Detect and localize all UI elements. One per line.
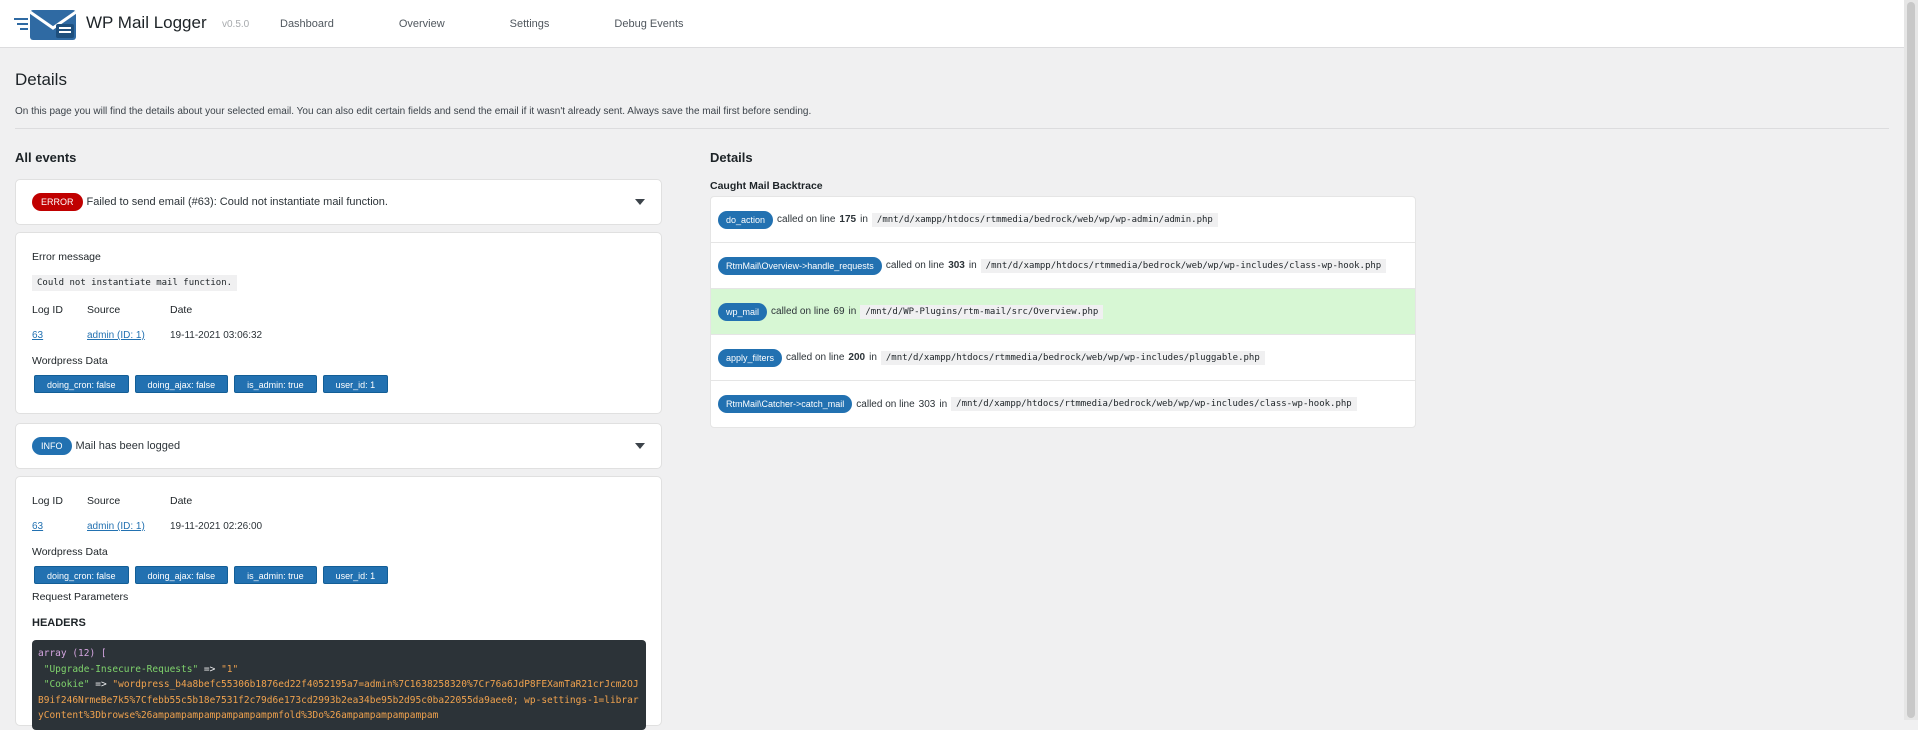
- backtrace-row: RtmMail\Catcher->catch_mail called on li…: [711, 381, 1415, 427]
- nav-overview[interactable]: Overview: [399, 0, 445, 48]
- chip-user-id: user_id: 1: [322, 375, 389, 393]
- date-label: Date: [170, 304, 193, 316]
- top-bar: WP Mail Logger v0.5.0 Dashboard Overview…: [0, 0, 1904, 48]
- error-event-header[interactable]: ERROR Failed to send email (#63): Could …: [15, 179, 662, 225]
- date-label: Date: [170, 495, 193, 507]
- called-on-text: called on line: [885, 260, 945, 271]
- info-event-header[interactable]: INFO Mail has been logged: [15, 423, 662, 469]
- backtrace-row: apply_filters called on line 200 in /mnt…: [711, 335, 1415, 381]
- called-on-text: called on line: [777, 214, 836, 225]
- code-key: "Cookie": [43, 679, 90, 690]
- request-parameters-label: Request Parameters: [32, 591, 129, 603]
- function-pill: RtmMail\Catcher->catch_mail: [718, 395, 853, 413]
- info-event-text: Mail has been logged: [75, 440, 181, 452]
- code-arrow: =>: [89, 679, 113, 690]
- in-text: in: [848, 306, 857, 317]
- headers-label: HEADERS: [32, 617, 86, 629]
- info-event-body: Log ID Source Date 63 admin (ID: 1) 19-1…: [15, 476, 662, 730]
- function-pill: apply_filters: [718, 348, 783, 367]
- source-link[interactable]: admin (ID: 1): [87, 330, 145, 341]
- line-number: 303: [948, 260, 965, 271]
- source-link[interactable]: admin (ID: 1): [87, 521, 145, 532]
- wordpress-data-label: Wordpress Data: [32, 546, 108, 558]
- function-pill: wp_mail: [718, 302, 768, 321]
- in-text: in: [939, 398, 948, 410]
- in-text: in: [860, 214, 868, 225]
- backtrace-row: do_action called on line 175 in /mnt/d/x…: [711, 197, 1415, 243]
- error-message-label: Error message: [32, 251, 101, 263]
- code-line: "Cookie" => "wordpress_b4a8befc55306b187…: [38, 677, 640, 724]
- app-version: v0.5.0: [222, 19, 250, 30]
- source-label: Source: [87, 304, 121, 316]
- source-label: Source: [87, 495, 121, 507]
- date-value: 19-11-2021 03:06:32: [170, 330, 263, 341]
- log-id-label: Log ID: [32, 304, 63, 316]
- line-number: 303: [918, 398, 936, 410]
- log-id-label: Log ID: [32, 495, 63, 507]
- page-intro: On this page you will find the details a…: [15, 106, 812, 117]
- page-title: Details: [15, 70, 67, 89]
- file-path: /mnt/d/xampp/htdocs/rtmmedia/bedrock/web…: [980, 258, 1387, 273]
- code-line: array (12) [: [38, 646, 640, 662]
- error-event-text: Failed to send email (#63): Could not in…: [86, 196, 388, 208]
- mail-envelope-icon: [14, 10, 77, 40]
- in-text: in: [968, 260, 977, 271]
- main-nav: Dashboard Overview Settings Debug Events: [280, 0, 684, 48]
- backtrace-title: Caught Mail Backtrace: [710, 180, 823, 192]
- error-message-value: Could not instantiate mail function.: [32, 275, 238, 291]
- wordpress-data-chips: doing_cron: false doing_ajax: false is_a…: [34, 566, 394, 584]
- wordpress-data-label: Wordpress Data: [32, 355, 108, 367]
- called-on-text: called on line: [786, 352, 845, 363]
- log-id-link[interactable]: 63: [32, 330, 43, 341]
- code-array-open: array (12) [: [38, 648, 107, 659]
- in-text: in: [869, 352, 877, 363]
- details-title: Details: [710, 150, 753, 165]
- chip-doing-cron: doing_cron: false: [34, 566, 129, 584]
- code-value: "1": [221, 663, 239, 675]
- chevron-down-icon[interactable]: [635, 443, 645, 449]
- code-value: "wordpress_b4a8befc55306b1876ed22f405219…: [38, 679, 639, 721]
- error-event-body: Error message Could not instantiate mail…: [15, 232, 662, 414]
- file-path: /mnt/d/xampp/htdocs/rtmmedia/bedrock/web…: [880, 350, 1265, 365]
- chip-is-admin: is_admin: true: [234, 375, 317, 393]
- code-arrow: =>: [198, 663, 222, 675]
- error-badge: ERROR: [32, 193, 83, 211]
- nav-dashboard[interactable]: Dashboard: [280, 0, 334, 48]
- chip-doing-cron: doing_cron: false: [34, 375, 129, 393]
- line-number: 200: [848, 352, 866, 363]
- log-id-link[interactable]: 63: [32, 521, 43, 532]
- file-path: /mnt/d/xampp/htdocs/rtmmedia/bedrock/web…: [871, 212, 1218, 227]
- scrollbar-thumb[interactable]: [1907, 2, 1915, 718]
- line-number: 69: [833, 306, 845, 317]
- chip-doing-ajax: doing_ajax: false: [134, 566, 229, 584]
- date-value: 19-11-2021 02:26:00: [170, 521, 263, 532]
- chip-doing-ajax: doing_ajax: false: [134, 375, 229, 393]
- backtrace-row-highlighted: wp_mail called on line 69 in /mnt/d/WP-P…: [711, 289, 1415, 335]
- chevron-down-icon[interactable]: [635, 199, 645, 205]
- chip-user-id: user_id: 1: [322, 566, 389, 584]
- nav-debug-events[interactable]: Debug Events: [614, 0, 683, 48]
- info-badge: INFO: [32, 437, 72, 455]
- called-on-text: called on line: [771, 306, 830, 317]
- wordpress-data-chips: doing_cron: false doing_ajax: false is_a…: [34, 375, 394, 393]
- all-events-title: All events: [15, 150, 77, 165]
- app-title: WP Mail Logger: [86, 13, 207, 32]
- nav-settings[interactable]: Settings: [510, 0, 550, 48]
- backtrace-row: RtmMail\Overview->handle_requests called…: [711, 243, 1415, 289]
- function-pill: do_action: [718, 210, 774, 229]
- divider: [15, 128, 1889, 129]
- page-scrollbar[interactable]: [1904, 0, 1918, 720]
- line-number: 175: [839, 214, 857, 225]
- chip-is-admin: is_admin: true: [234, 566, 317, 584]
- headers-code-block: array (12) [ "Upgrade-Insecure-Requests"…: [32, 640, 646, 730]
- called-on-text: called on line: [856, 398, 915, 410]
- function-pill: RtmMail\Overview->handle_requests: [718, 256, 882, 275]
- file-path: /mnt/d/xampp/htdocs/rtmmedia/bedrock/web…: [951, 397, 1357, 411]
- logo[interactable]: [14, 6, 78, 42]
- code-line: "Upgrade-Insecure-Requests" => "1": [38, 662, 640, 678]
- backtrace-list: do_action called on line 175 in /mnt/d/x…: [710, 196, 1416, 428]
- file-path: /mnt/d/WP-Plugins/rtm-mail/src/Overview.…: [860, 304, 1104, 319]
- code-key: "Upgrade-Insecure-Requests": [43, 663, 199, 675]
